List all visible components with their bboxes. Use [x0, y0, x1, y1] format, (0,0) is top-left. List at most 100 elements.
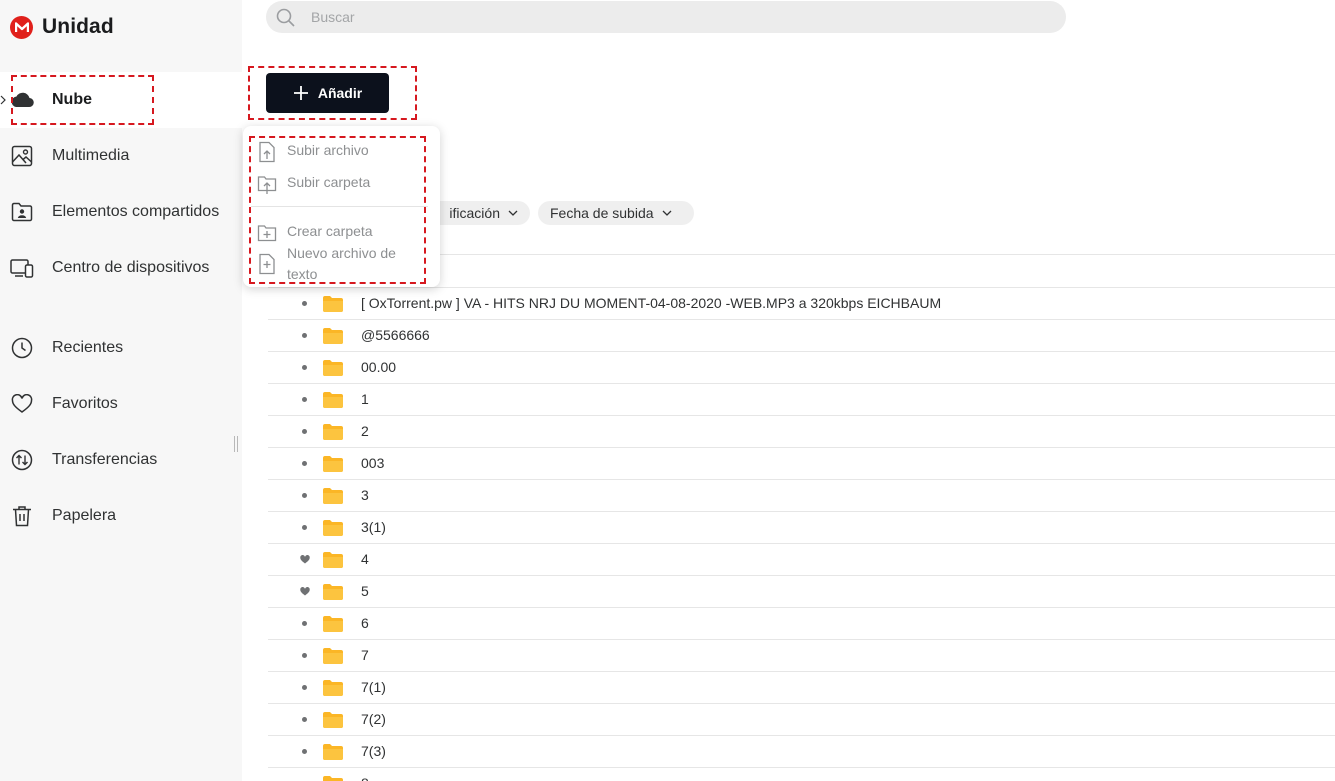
cloud-icon	[10, 88, 34, 112]
folder-icon	[323, 456, 343, 472]
sidebar-item-label: Favoritos	[52, 395, 118, 412]
row-status-dot[interactable]	[301, 620, 308, 627]
table-row[interactable]: 2	[268, 416, 1335, 448]
folder-icon	[323, 712, 343, 728]
menu-item-label: Nuevo archivo de texto	[287, 245, 396, 282]
row-status-dot[interactable]	[301, 396, 308, 403]
row-status-dot[interactable]	[301, 364, 308, 371]
sidebar-item-label: Recientes	[52, 339, 124, 356]
folder-icon	[323, 296, 343, 312]
menu-item-new-text-file[interactable]: Nuevo archivo de texto	[257, 243, 396, 285]
table-row[interactable]: 5	[268, 576, 1335, 608]
sidebar-item-label: Papelera	[52, 507, 117, 524]
row-status-dot[interactable]	[301, 684, 308, 691]
search-bar[interactable]	[266, 1, 1066, 33]
sidebar-item-devices[interactable]: Centro de dispositivos	[0, 240, 242, 296]
file-name: 3(1)	[361, 519, 386, 535]
search-icon	[276, 8, 295, 27]
table-row[interactable]: 7(1)	[268, 672, 1335, 704]
file-name: 1	[361, 391, 369, 407]
sidebar-item-label: Transferencias	[52, 451, 158, 468]
table-row[interactable]: [ OxTorrent.pw ] VA - HITS NRJ DU MOMENT…	[268, 288, 1335, 320]
add-button-label: Añadir	[317, 85, 363, 101]
table-row[interactable]: 1	[268, 384, 1335, 416]
file-name: 00.00	[361, 359, 397, 375]
table-row[interactable]: 003	[268, 448, 1335, 480]
menu-item-label: Crear carpeta	[287, 223, 373, 239]
folder-icon	[323, 520, 343, 536]
row-status-dot[interactable]	[301, 716, 308, 723]
folder-icon	[323, 648, 343, 664]
sidebar: Unidad Nube Multimedia Elementos compart…	[0, 0, 242, 781]
file-name: 7(1)	[361, 679, 386, 695]
menu-item-upload-file[interactable]: Subir archivo	[257, 140, 369, 163]
folder-icon	[323, 680, 343, 696]
table-row[interactable]: 3(1)	[268, 512, 1335, 544]
row-status-dot[interactable]	[301, 748, 308, 755]
table-row[interactable]: 8	[268, 768, 1335, 781]
new-text-file-icon	[259, 253, 275, 275]
file-name: 8	[361, 775, 369, 781]
table-row[interactable]: 3	[268, 480, 1335, 512]
sidebar-item-recientes[interactable]: Recientes	[0, 320, 242, 376]
favorite-heart-icon[interactable]	[300, 587, 310, 596]
table-row[interactable]: 7(3)	[268, 736, 1335, 768]
row-status-dot[interactable]	[301, 524, 308, 531]
sidebar-item-shared[interactable]: Elementos compartidos	[0, 184, 242, 240]
row-status-dot[interactable]	[301, 492, 308, 499]
heart-icon	[10, 392, 34, 416]
row-status-dot[interactable]	[301, 460, 308, 467]
file-name: @5566666	[361, 327, 430, 343]
upload-file-icon	[259, 141, 275, 163]
favorite-heart-icon[interactable]	[300, 555, 310, 564]
sidebar-item-label: Nube	[52, 91, 92, 108]
filter-label: ificación	[449, 205, 500, 221]
file-name: 7(2)	[361, 711, 386, 727]
file-name: 003	[361, 455, 385, 471]
sidebar-item-transferencias[interactable]: Transferencias	[0, 432, 242, 488]
chevron-down-icon	[508, 210, 518, 216]
upload-folder-icon	[257, 176, 277, 194]
menu-item-upload-folder[interactable]: Subir carpeta	[257, 172, 370, 195]
folder-icon	[323, 584, 343, 600]
file-name: 6	[361, 615, 369, 631]
row-status-dot[interactable]	[301, 300, 308, 307]
file-name: 4	[361, 551, 369, 567]
sidebar-item-nube[interactable]: Nube	[0, 72, 242, 128]
row-status-dot[interactable]	[301, 332, 308, 339]
sidebar-resize-handle[interactable]	[234, 436, 240, 452]
sidebar-item-papelera[interactable]: Papelera	[0, 488, 242, 544]
search-input[interactable]	[311, 9, 1011, 25]
folder-icon	[323, 360, 343, 376]
menu-item-label: Subir carpeta	[287, 174, 371, 190]
folder-icon	[323, 424, 343, 440]
image-icon	[10, 144, 34, 168]
chevron-right-icon[interactable]	[0, 95, 6, 105]
file-name: [ OxTorrent.pw ] VA - HITS NRJ DU MOMENT…	[361, 295, 942, 311]
table-row[interactable]: 00.00	[268, 352, 1335, 384]
row-status-dot[interactable]	[301, 428, 308, 435]
menu-item-create-folder[interactable]: Crear carpeta	[257, 221, 373, 244]
filter-upload-date-chip[interactable]: Fecha de subida	[538, 201, 694, 225]
add-menu: Subir archivo Subir carpeta Crear carpet…	[243, 126, 440, 287]
create-folder-icon	[257, 225, 277, 242]
file-list: [ OxTorrent.pw ] VA - HITS NRJ DU MOMENT…	[268, 254, 1335, 781]
sidebar-item-multimedia[interactable]: Multimedia	[0, 128, 242, 184]
clock-icon	[10, 336, 34, 360]
row-status-dot[interactable]	[301, 652, 308, 659]
file-name: 5	[361, 583, 369, 599]
sidebar-item-label: Elementos compartidos	[52, 203, 220, 220]
table-row[interactable]: 6	[268, 608, 1335, 640]
add-button[interactable]: Añadir	[266, 73, 389, 113]
table-row[interactable]: @5566666	[268, 320, 1335, 352]
sidebar-item-label: Centro de dispositivos	[52, 259, 210, 276]
table-row[interactable]: 4	[268, 544, 1335, 576]
table-row[interactable]: 7(2)	[268, 704, 1335, 736]
table-row[interactable]: 7	[268, 640, 1335, 672]
brand: Unidad	[10, 15, 114, 39]
folder-icon	[323, 392, 343, 408]
app-title: Unidad	[42, 15, 114, 38]
folder-icon	[323, 744, 343, 760]
sidebar-item-favoritos[interactable]: Favoritos	[0, 376, 242, 432]
folder-icon	[323, 552, 343, 568]
